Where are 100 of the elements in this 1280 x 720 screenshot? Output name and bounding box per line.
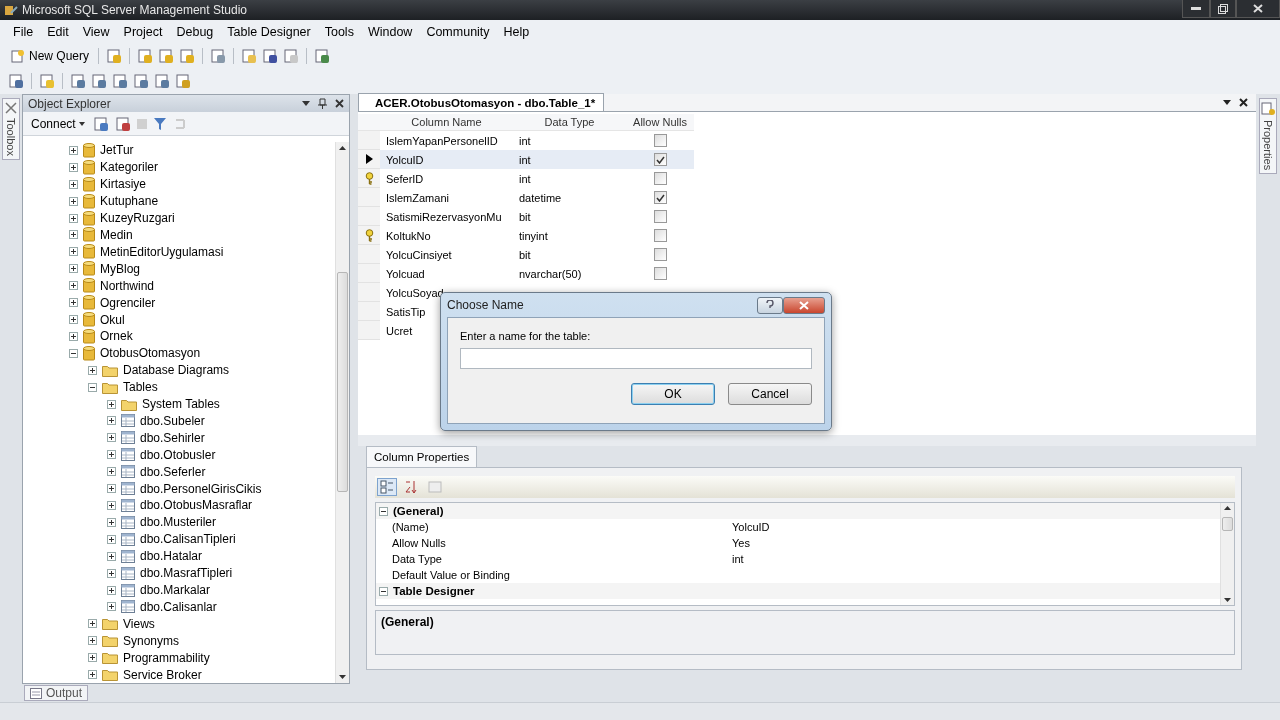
menu-item[interactable]: Help (496, 25, 537, 39)
scrollbar[interactable] (1220, 503, 1234, 605)
expand-icon[interactable] (88, 365, 97, 375)
restore-button[interactable] (1210, 0, 1236, 18)
close-icon[interactable] (335, 99, 344, 108)
expand-icon[interactable] (107, 551, 116, 561)
tree-item[interactable]: Database Diagrams (123, 363, 230, 378)
checkbox[interactable] (653, 191, 667, 204)
expand-icon[interactable] (107, 399, 116, 409)
menu-item[interactable]: Edit (40, 25, 76, 39)
expand-icon[interactable] (107, 501, 116, 510)
close-icon[interactable] (1239, 97, 1248, 107)
tree-item[interactable]: Kirtasiye (100, 177, 146, 192)
tree-item[interactable]: dbo.Subeler (140, 413, 205, 428)
scrollbar-thumb[interactable] (1222, 517, 1233, 531)
tree-item[interactable]: Ogrenciler (100, 295, 156, 310)
tree-item[interactable]: OtobusOtomasyon (100, 346, 201, 361)
expand-icon[interactable] (69, 281, 78, 291)
table-cell[interactable]: datetime (519, 191, 562, 204)
table-cell[interactable]: Yolcuad (386, 267, 425, 280)
close-button[interactable] (783, 296, 825, 314)
scroll-down-icon[interactable] (1224, 598, 1231, 602)
table-cell[interactable]: int (519, 134, 531, 147)
table-cell[interactable]: nvarchar(50) (519, 267, 582, 280)
tree-item[interactable]: System Tables (142, 397, 220, 412)
tree-item[interactable]: Tables (123, 380, 158, 395)
scroll-down-icon[interactable] (339, 675, 346, 679)
collapse-icon[interactable] (379, 506, 388, 516)
expand-icon[interactable] (88, 619, 97, 629)
expand-icon[interactable] (107, 568, 116, 578)
tree-item[interactable]: dbo.PersonelGirisCikis (140, 481, 262, 496)
tree-item[interactable]: dbo.CalisanTipleri (140, 532, 236, 547)
column-header[interactable]: Column Name (380, 114, 513, 131)
expand-icon[interactable] (107, 450, 116, 460)
expand-icon[interactable] (107, 517, 116, 527)
checkbox[interactable] (653, 134, 667, 147)
column-header[interactable]: Allow Nulls (626, 114, 694, 131)
table-cell[interactable]: IslemZamani (386, 191, 449, 204)
expand-icon[interactable] (107, 433, 116, 443)
tree-item[interactable]: dbo.Seferler (140, 464, 206, 479)
expand-icon[interactable] (69, 145, 78, 155)
table-cell[interactable]: IslemYapanPersonelID (386, 134, 498, 147)
tree-item[interactable]: Service Broker (123, 667, 202, 682)
table-cell[interactable]: YolcuSoyad (386, 286, 444, 299)
close-button[interactable] (1236, 0, 1280, 18)
document-tab[interactable]: ACER.OtobusOtomasyon - dbo.Table_1* (358, 93, 605, 111)
checkbox[interactable] (653, 229, 667, 242)
menu-item[interactable]: Project (116, 25, 170, 39)
expand-icon[interactable] (69, 196, 78, 206)
categorized-icon[interactable] (377, 478, 397, 496)
table-cell[interactable]: SeferID (386, 172, 424, 185)
name-field[interactable] (460, 348, 812, 369)
scroll-up-icon[interactable] (339, 146, 346, 150)
menu-item[interactable]: Window (360, 25, 420, 39)
new-query-button[interactable]: New Query (8, 48, 92, 64)
tree-item[interactable]: JetTur (100, 143, 134, 158)
expand-icon[interactable] (88, 670, 97, 680)
tree-item[interactable]: dbo.Otobusler (140, 447, 216, 462)
expand-icon[interactable] (69, 247, 78, 257)
expand-icon[interactable] (107, 602, 116, 612)
expand-icon[interactable] (69, 315, 78, 324)
table-cell[interactable]: SatismiRezervasyonMu (386, 210, 502, 223)
column-header[interactable]: Data Type (513, 114, 626, 131)
table-cell[interactable]: int (519, 153, 531, 166)
tree-item[interactable]: KuzeyRuzgari (100, 211, 175, 226)
pin-icon[interactable] (318, 98, 327, 109)
help-button[interactable] (757, 296, 783, 314)
table-cell[interactable]: bit (519, 210, 531, 223)
expand-icon[interactable] (88, 636, 97, 646)
tree-item[interactable]: MetinEditorUygulamasi (100, 244, 224, 259)
expand-icon[interactable] (88, 653, 97, 663)
menu-item[interactable]: View (75, 25, 117, 39)
expand-icon[interactable] (107, 585, 116, 595)
expand-icon[interactable] (69, 331, 78, 341)
checkbox[interactable] (653, 267, 667, 280)
menu-item[interactable]: File (6, 25, 41, 39)
tree-item[interactable]: Kategoriler (100, 160, 159, 175)
expand-icon[interactable] (69, 264, 78, 274)
tree-item[interactable]: Okul (100, 312, 125, 327)
table-cell[interactable]: int (519, 172, 531, 185)
expand-icon[interactable] (69, 179, 78, 189)
property-value[interactable]: int (732, 553, 1220, 565)
collapse-icon[interactable] (88, 382, 97, 392)
dropdown-icon[interactable] (1223, 99, 1231, 105)
tree-item[interactable]: Views (123, 616, 155, 631)
tree-item[interactable]: dbo.Sehirler (140, 430, 205, 445)
table-cell[interactable]: bit (519, 248, 531, 261)
tree-item[interactable]: dbo.MasrafTipleri (140, 566, 233, 581)
expand-icon[interactable] (107, 416, 116, 426)
expand-icon[interactable] (107, 534, 116, 544)
checkbox[interactable] (653, 172, 667, 185)
checkbox[interactable] (653, 248, 667, 261)
minimize-button[interactable] (1182, 0, 1210, 18)
expand-icon[interactable] (107, 467, 116, 477)
expand-icon[interactable] (69, 230, 78, 240)
tree-item[interactable]: Medin (100, 228, 133, 242)
checkbox[interactable] (653, 210, 667, 223)
collapse-icon[interactable] (69, 348, 78, 358)
expand-icon[interactable] (69, 162, 78, 172)
table-cell[interactable]: SatisTip (386, 305, 426, 318)
